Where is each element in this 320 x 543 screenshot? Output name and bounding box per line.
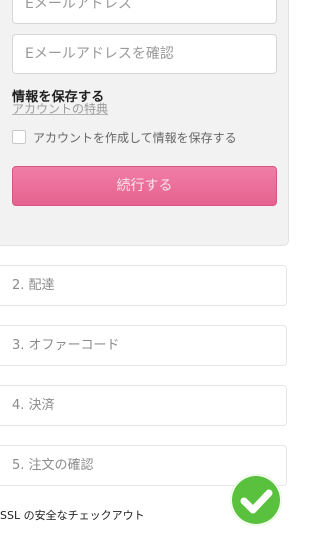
- create-account-checkbox[interactable]: [12, 130, 26, 144]
- step-payment[interactable]: 4. 決済: [0, 385, 287, 426]
- create-account-option[interactable]: アカウントを作成して情報を保存する: [12, 128, 237, 146]
- step-delivery[interactable]: 2. 配達: [0, 265, 287, 306]
- create-account-checkbox-label: アカウントを作成して情報を保存する: [33, 130, 237, 145]
- ssl-secure-checkout-text: SSL の安全なチェックアウト: [0, 509, 145, 522]
- checkout-screen: Eメールアドレス Eメールアドレスを確認 情報を保存する アカウントの特典 アカ…: [0, 0, 300, 543]
- contact-info-panel: Eメールアドレス Eメールアドレスを確認 情報を保存する アカウントの特典 アカ…: [0, 0, 289, 246]
- check-circle-icon: [230, 474, 282, 526]
- email-confirm-field[interactable]: Eメールアドレスを確認: [12, 34, 277, 74]
- email-field[interactable]: Eメールアドレス: [12, 0, 277, 24]
- account-benefits-link[interactable]: アカウントの特典: [12, 100, 108, 117]
- step-offer-code[interactable]: 3. オファーコード: [0, 325, 287, 366]
- continue-button[interactable]: 続行する: [12, 166, 277, 206]
